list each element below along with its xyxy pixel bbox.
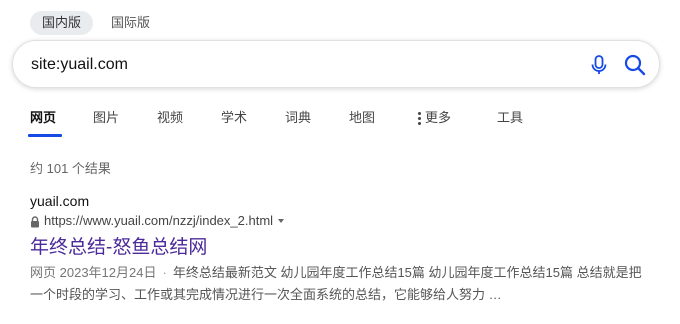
tab-academic[interactable]: 学术 xyxy=(221,108,247,128)
snippet-type: 网页 xyxy=(30,265,57,280)
more-dots-icon xyxy=(417,112,421,125)
tab-more-label: 更多 xyxy=(425,110,452,125)
tab-videos[interactable]: 视频 xyxy=(157,108,183,128)
scope-bar: 网页 图片 视频 学术 词典 地图 更多 工具 xyxy=(0,100,680,140)
snippet-date: 2023年12月24日 xyxy=(59,265,157,280)
tab-more[interactable]: 更多 xyxy=(417,108,451,128)
microphone-icon[interactable] xyxy=(587,53,611,77)
tab-tools[interactable]: 工具 xyxy=(497,108,523,128)
search-box xyxy=(12,40,660,88)
region-tab-international[interactable]: 国际版 xyxy=(99,11,162,35)
region-tabs: 国内版 国际版 xyxy=(30,11,168,35)
search-input[interactable] xyxy=(31,53,551,77)
search-result: yuail.com https://www.yuail.com/nzzj/ind… xyxy=(30,192,650,306)
tab-dictionary[interactable]: 词典 xyxy=(285,108,311,128)
result-count: 约 101 个结果 xyxy=(30,161,111,176)
tab-web[interactable]: 网页 xyxy=(30,108,56,128)
search-icon[interactable] xyxy=(622,52,648,78)
lock-icon xyxy=(30,215,40,228)
tab-maps[interactable]: 地图 xyxy=(349,108,375,128)
snippet-separator: · xyxy=(162,265,167,280)
result-snippet: 网页 2023年12月24日 · 年终总结最新范文 幼儿园年度工作总结15篇 幼儿园… xyxy=(30,262,650,306)
result-site-name: yuail.com xyxy=(30,193,90,209)
tab-images[interactable]: 图片 xyxy=(93,108,119,128)
result-url-row: https://www.yuail.com/nzzj/index_2.html xyxy=(30,212,650,230)
chevron-down-icon[interactable] xyxy=(278,219,285,223)
active-tab-indicator xyxy=(28,134,62,137)
region-tab-domestic[interactable]: 国内版 xyxy=(30,11,94,35)
result-url: https://www.yuail.com/nzzj/index_2.html xyxy=(44,213,274,228)
result-title-link[interactable]: 年终总结-怒鱼总结网 xyxy=(30,236,650,260)
